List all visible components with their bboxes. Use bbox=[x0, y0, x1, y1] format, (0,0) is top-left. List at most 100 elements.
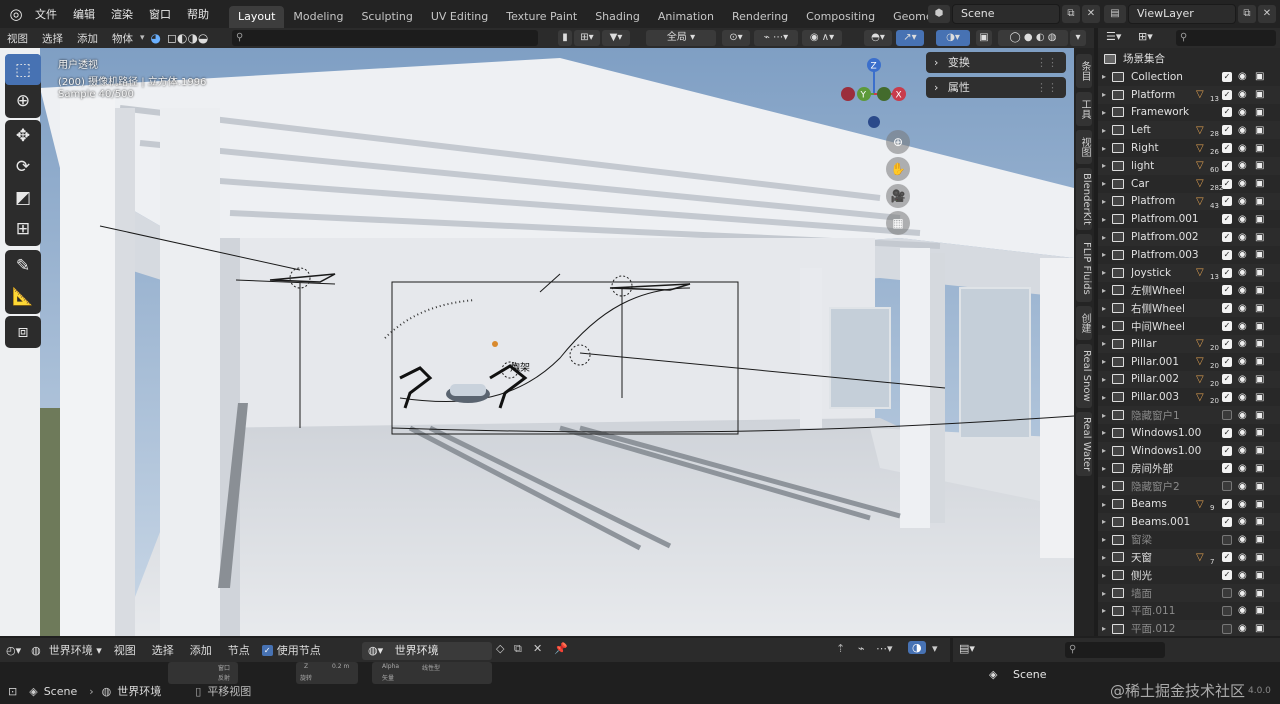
view-layer-field[interactable]: ViewLayer bbox=[1128, 4, 1236, 24]
camera-icon[interactable]: ▣ bbox=[1255, 89, 1264, 100]
expand-arrow-icon[interactable]: ▸ bbox=[1102, 286, 1112, 295]
camera-icon[interactable]: ▣ bbox=[1255, 178, 1264, 189]
outliner-row[interactable]: ▸ Left ▽ 28 ✓ ◉ ▣ bbox=[1098, 121, 1280, 140]
outliner-row[interactable]: ▸ Platfrom.003 ✓ ◉ ▣ bbox=[1098, 246, 1280, 264]
camera-icon[interactable]: ▣ bbox=[1255, 107, 1264, 118]
eye-icon[interactable]: ◉ bbox=[1238, 481, 1247, 492]
expand-arrow-icon[interactable]: ▸ bbox=[1102, 197, 1112, 206]
outliner-row[interactable]: ▸ 左侧Wheel ✓ ◉ ▣ bbox=[1098, 282, 1280, 300]
camera-icon[interactable]: ▣ bbox=[1255, 285, 1264, 296]
outliner-row[interactable]: ▸ Joystick ▽ 13 ✓ ◉ ▣ bbox=[1098, 263, 1280, 282]
exclude-checkbox[interactable] bbox=[1222, 623, 1232, 634]
eye-icon[interactable]: ◉ bbox=[1238, 410, 1247, 421]
node-menu-select[interactable]: 选择 bbox=[144, 642, 182, 658]
proportional-editing-icon[interactable]: ◉ ∧▾ bbox=[802, 30, 842, 46]
bookmark-icon[interactable]: ▮ bbox=[558, 30, 572, 46]
menu-help[interactable]: 帮助 bbox=[179, 6, 217, 22]
tab-blenderkit[interactable]: BlenderKit bbox=[1076, 168, 1092, 230]
eye-icon[interactable]: ◉ bbox=[1238, 285, 1247, 296]
camera-icon[interactable]: ▣ bbox=[1255, 410, 1264, 421]
outliner-row[interactable]: ▸ Platfrom ▽ 43 ✓ ◉ ▣ bbox=[1098, 192, 1280, 211]
camera-icon[interactable]: ▣ bbox=[1255, 249, 1264, 260]
menu-edit[interactable]: 编辑 bbox=[65, 6, 103, 22]
exclude-checkbox[interactable] bbox=[1222, 410, 1232, 421]
exclude-checkbox[interactable]: ✓ bbox=[1222, 178, 1232, 189]
eye-icon[interactable]: ◉ bbox=[1238, 552, 1247, 563]
node-menu-add[interactable]: 添加 bbox=[182, 642, 220, 658]
object-type-visibility-icon[interactable]: ◕ bbox=[151, 31, 161, 45]
tab-flip-fluids[interactable]: FLIP Fluids bbox=[1076, 234, 1092, 302]
exclude-checkbox[interactable]: ✓ bbox=[1222, 570, 1232, 581]
eye-icon[interactable]: ◉ bbox=[1238, 107, 1247, 118]
outliner-row[interactable]: ▸ Beams.001 ✓ ◉ ▣ bbox=[1098, 513, 1280, 531]
expand-arrow-icon[interactable]: ▸ bbox=[1102, 411, 1112, 420]
exclude-checkbox[interactable]: ✓ bbox=[1222, 160, 1232, 171]
chevron-down-icon[interactable]: ▾ bbox=[932, 642, 938, 655]
menu-render[interactable]: 渲染 bbox=[103, 6, 141, 22]
menu-file[interactable]: 文件 bbox=[27, 6, 65, 22]
outliner-root-row[interactable]: 场景集合 bbox=[1098, 50, 1280, 68]
viewport-shading-icons[interactable]: ◻◐◑◒ bbox=[167, 31, 208, 45]
eye-icon[interactable]: ◉ bbox=[1238, 605, 1247, 616]
delete-scene-icon[interactable]: ✕ bbox=[1082, 5, 1100, 23]
camera-icon[interactable]: ▣ bbox=[1255, 338, 1264, 349]
outliner-row[interactable]: ▸ Car ▽ 282 ✓ ◉ ▣ bbox=[1098, 175, 1280, 193]
eye-icon[interactable]: ◉ bbox=[1238, 338, 1247, 349]
tab-animation[interactable]: Animation bbox=[649, 6, 723, 28]
parent-node-icon[interactable]: ⇡ bbox=[836, 642, 845, 655]
outliner-row[interactable]: ▸ Pillar.001 ▽ 20 ✓ ◉ ▣ bbox=[1098, 353, 1280, 371]
tab-shading[interactable]: Shading bbox=[586, 6, 649, 28]
camera-icon[interactable]: ▣ bbox=[1255, 481, 1264, 492]
viewport-menu-view[interactable]: 视图 bbox=[0, 31, 35, 46]
expand-arrow-icon[interactable]: ▸ bbox=[1102, 500, 1112, 509]
camera-icon[interactable]: ▣ bbox=[1255, 214, 1264, 225]
axis-x-label[interactable]: X bbox=[896, 91, 902, 101]
axis-gizmo[interactable]: Z Y X bbox=[836, 54, 916, 136]
eye-icon[interactable]: ◉ bbox=[1238, 516, 1247, 527]
exclude-checkbox[interactable]: ✓ bbox=[1222, 89, 1232, 100]
outliner-row[interactable]: ▸ Platfrom.002 ✓ ◉ ▣ bbox=[1098, 228, 1280, 246]
exclude-checkbox[interactable]: ✓ bbox=[1222, 338, 1232, 349]
camera-icon[interactable]: ▣ bbox=[1255, 427, 1264, 438]
expand-arrow-icon[interactable]: ▸ bbox=[1102, 144, 1112, 153]
camera-icon[interactable]: ▣ bbox=[1255, 499, 1264, 510]
camera-icon[interactable]: ▣ bbox=[1255, 588, 1264, 599]
eye-icon[interactable]: ◉ bbox=[1238, 196, 1247, 207]
expand-arrow-icon[interactable]: ▸ bbox=[1102, 304, 1112, 313]
properties-panel-header[interactable]: › 属性 ⋮⋮ bbox=[926, 77, 1066, 98]
camera-icon[interactable]: ▣ bbox=[1255, 374, 1264, 385]
eye-icon[interactable]: ◉ bbox=[1238, 427, 1247, 438]
camera-icon[interactable]: ▣ bbox=[1255, 570, 1264, 581]
camera-icon[interactable]: ▣ bbox=[1255, 232, 1264, 243]
filter-icon[interactable]: ⊞▾ bbox=[1138, 30, 1153, 43]
outliner-row[interactable]: ▸ 平面.012 ◉ ▣ bbox=[1098, 619, 1280, 638]
snapping-icon[interactable]: ⌁ ⋯▾ bbox=[754, 30, 798, 46]
tab-modeling[interactable]: Modeling bbox=[284, 6, 352, 28]
node-menu-node[interactable]: 节点 bbox=[220, 642, 258, 658]
tab-uv-editing[interactable]: UV Editing bbox=[422, 6, 497, 28]
camera-icon[interactable]: ▣ bbox=[1255, 160, 1264, 171]
exclude-checkbox[interactable] bbox=[1222, 534, 1232, 545]
pan-hand-icon[interactable]: ✋ bbox=[886, 157, 910, 181]
pivot-point-icon[interactable]: ⊙▾ bbox=[722, 30, 750, 46]
expand-arrow-icon[interactable]: ▸ bbox=[1102, 90, 1112, 99]
exclude-checkbox[interactable]: ✓ bbox=[1222, 285, 1232, 296]
camera-icon[interactable]: ▣ bbox=[1255, 516, 1264, 527]
drag-handle-icon[interactable]: ⋮⋮ bbox=[1036, 52, 1058, 73]
eye-icon[interactable]: ◉ bbox=[1238, 463, 1247, 474]
exclude-checkbox[interactable]: ✓ bbox=[1222, 374, 1232, 385]
scene-selector-icon[interactable]: ⬢ bbox=[928, 5, 950, 23]
viewport-search-field[interactable]: ⚲ bbox=[232, 30, 538, 46]
unlink-icon[interactable]: ✕ bbox=[533, 642, 542, 655]
camera-icon[interactable]: ▣ bbox=[1255, 356, 1264, 367]
outliner-row[interactable]: ▸ 中间Wheel ✓ ◉ ▣ bbox=[1098, 317, 1280, 335]
exclude-checkbox[interactable]: ✓ bbox=[1222, 143, 1232, 154]
scene-name-field[interactable]: Scene bbox=[952, 4, 1060, 24]
zoom-icon[interactable]: ⊕ bbox=[886, 130, 910, 154]
view-layer-icon[interactable]: ▤ bbox=[1104, 5, 1126, 23]
eye-icon[interactable]: ◉ bbox=[1238, 89, 1247, 100]
camera-icon[interactable]: ▣ bbox=[1255, 303, 1264, 314]
display-mode-icon[interactable]: ☰▾ bbox=[1106, 30, 1121, 43]
camera-icon[interactable]: ▣ bbox=[1255, 445, 1264, 456]
overlay-toggle-icon[interactable]: ◑▾ bbox=[936, 30, 970, 46]
